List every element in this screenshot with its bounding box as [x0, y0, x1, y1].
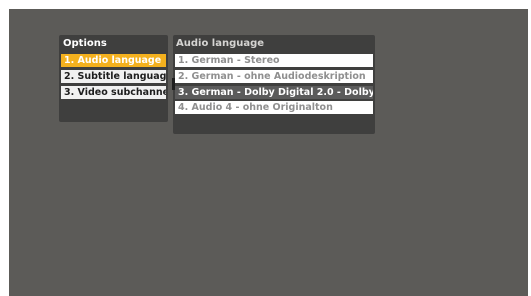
audio-track-3[interactable]: 3. German - Dolby Digital 2.0 - Dolby Di…	[175, 86, 373, 99]
options-menu: Options 1. Audio language 2. Subtitle la…	[59, 35, 168, 122]
audio-language-menu: Audio language 1. German - Stereo 2. Ger…	[172, 35, 375, 134]
focus-marker	[172, 78, 175, 90]
option-audio-language[interactable]: 1. Audio language	[61, 54, 166, 67]
tv-screen: Options 1. Audio language 2. Subtitle la…	[9, 9, 528, 296]
audio-track-1[interactable]: 1. German - Stereo	[175, 54, 373, 67]
options-title: Options	[63, 38, 107, 49]
option-video-subchannel[interactable]: 3. Video subchannel	[61, 86, 166, 99]
audio-track-2[interactable]: 2. German - ohne Audiodeskription	[175, 70, 373, 83]
audio-language-title: Audio language	[176, 38, 265, 49]
option-subtitle-language[interactable]: 2. Subtitle language	[61, 70, 166, 83]
audio-track-4[interactable]: 4. Audio 4 - ohne Originalton	[175, 101, 373, 114]
